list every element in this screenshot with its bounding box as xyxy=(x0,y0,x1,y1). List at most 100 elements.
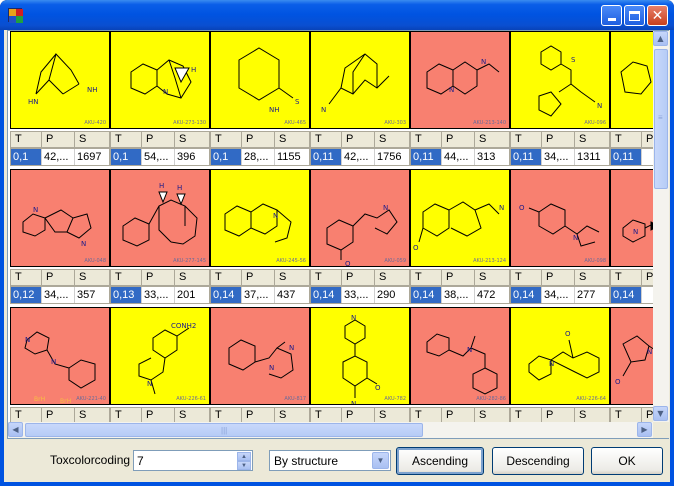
value-p[interactable]: 34,... xyxy=(542,149,575,165)
value-s[interactable]: 290 xyxy=(375,287,409,303)
maximize-button[interactable] xyxy=(624,5,645,26)
minimize-button[interactable] xyxy=(601,5,622,26)
column-header-t[interactable]: T xyxy=(211,408,242,422)
column-header-p[interactable]: P xyxy=(42,132,75,147)
column-header-p[interactable]: P xyxy=(242,270,275,285)
column-header-p[interactable]: P xyxy=(442,408,475,422)
descending-button[interactable]: Descending xyxy=(492,447,584,475)
sort-by-select[interactable]: By structure ▼ xyxy=(269,450,391,471)
value-t[interactable]: 0,11 xyxy=(511,149,542,165)
value-t[interactable]: 0,12 xyxy=(11,287,42,303)
structure-cell[interactable]: N O AKU-059 xyxy=(310,169,410,267)
column-header-p[interactable]: P xyxy=(642,132,653,147)
value-p[interactable]: 54,... xyxy=(142,149,175,165)
value-t[interactable]: 0,11 xyxy=(311,149,342,165)
structure-cell[interactable]: NH S AKU-465 xyxy=(210,31,310,129)
toxcolorcoding-spinner[interactable]: 7 ▲ ▼ xyxy=(133,450,253,471)
value-t[interactable]: 0,1 xyxy=(211,149,242,165)
structure-cell[interactable] xyxy=(610,31,653,129)
column-header-p[interactable]: P xyxy=(342,270,375,285)
value-t[interactable]: 0,13 xyxy=(111,287,142,303)
value-s[interactable]: 1155 xyxy=(275,149,309,165)
scroll-down-button[interactable]: ▼ xyxy=(653,406,668,421)
value-p[interactable]: 28,... xyxy=(242,149,275,165)
column-header-p[interactable]: P xyxy=(142,270,175,285)
value-t[interactable]: 0,14 xyxy=(611,287,642,303)
column-header-p[interactable]: P xyxy=(242,132,275,147)
vertical-scroll-thumb[interactable]: ≡ xyxy=(654,49,668,189)
value-t[interactable]: 0,11 xyxy=(611,149,642,165)
structure-cell[interactable]: N xyxy=(610,169,653,267)
column-header-t[interactable]: T xyxy=(11,132,42,147)
value-s[interactable]: 313 xyxy=(475,149,509,165)
value-p[interactable]: 34,... xyxy=(42,287,75,303)
structure-cell[interactable]: ON xyxy=(610,307,653,405)
column-header-s[interactable]: S xyxy=(375,270,409,285)
column-header-p[interactable]: P xyxy=(42,408,75,422)
column-header-t[interactable]: T xyxy=(411,270,442,285)
column-header-p[interactable]: P xyxy=(142,408,175,422)
value-t[interactable]: 0,14 xyxy=(411,287,442,303)
scroll-up-button[interactable]: ▲ xyxy=(653,31,668,46)
column-header-t[interactable]: T xyxy=(111,132,142,147)
column-header-t[interactable]: T xyxy=(511,132,542,147)
column-header-p[interactable]: P xyxy=(542,270,575,285)
structure-cell[interactable]: CONH2 N AKU-226-61 xyxy=(110,307,210,405)
column-header-s[interactable]: S xyxy=(75,270,109,285)
structure-cell[interactable]: N N AKU-221-40 xyxy=(10,307,110,405)
ascending-button[interactable]: Ascending xyxy=(396,447,484,475)
column-header-p[interactable]: P xyxy=(242,408,275,422)
column-header-s[interactable]: S xyxy=(75,132,109,147)
value-s[interactable]: 472 xyxy=(475,287,509,303)
column-header-s[interactable]: S xyxy=(75,408,109,422)
column-header-p[interactable]: P xyxy=(542,132,575,147)
column-header-t[interactable]: T xyxy=(611,270,642,285)
structure-cell[interactable]: N N AKU-213-140 xyxy=(410,31,510,129)
structure-cell[interactable]: HN NH AKU-420 xyxy=(10,31,110,129)
column-header-p[interactable]: P xyxy=(542,408,575,422)
value-t[interactable]: 0,11 xyxy=(411,149,442,165)
horizontal-scrollbar[interactable]: ◀ ||| ▶ xyxy=(8,422,653,438)
column-header-s[interactable]: S xyxy=(275,132,309,147)
value-p[interactable]: 37,... xyxy=(242,287,275,303)
structure-cell[interactable]: N N AKU-817 xyxy=(210,307,310,405)
structure-cell[interactable]: N H AKU-273-130 xyxy=(110,31,210,129)
scroll-right-button[interactable]: ▶ xyxy=(637,422,652,437)
column-header-s[interactable]: S xyxy=(175,132,209,147)
column-header-s[interactable]: S xyxy=(175,408,209,422)
column-header-t[interactable]: T xyxy=(311,270,342,285)
column-header-s[interactable]: S xyxy=(575,132,609,147)
structure-cell[interactable]: N O N AKU-782 xyxy=(310,307,410,405)
column-header-s[interactable]: S xyxy=(375,132,409,147)
column-header-s[interactable]: S xyxy=(375,408,409,422)
column-header-p[interactable]: P xyxy=(642,408,653,422)
value-s[interactable]: 1697 xyxy=(75,149,109,165)
value-t[interactable]: 0,14 xyxy=(511,287,542,303)
structure-cell[interactable]: N AKU-245-56 xyxy=(210,169,310,267)
spin-down-button[interactable]: ▼ xyxy=(237,461,251,470)
column-header-s[interactable]: S xyxy=(575,270,609,285)
value-s[interactable]: 1311 xyxy=(575,149,609,165)
column-header-t[interactable]: T xyxy=(411,132,442,147)
column-header-p[interactable]: P xyxy=(442,132,475,147)
close-button[interactable]: ✕ xyxy=(647,5,668,26)
structure-cell[interactable]: H H AKU-277-145 xyxy=(110,169,210,267)
column-header-t[interactable]: T xyxy=(111,270,142,285)
value-s[interactable]: 1756 xyxy=(375,149,409,165)
value-t[interactable]: 0,14 xyxy=(211,287,242,303)
vertical-scrollbar[interactable]: ▲ ≡ ▼ xyxy=(653,31,669,422)
column-header-t[interactable]: T xyxy=(11,408,42,422)
structure-cell[interactable]: O N AKU-213-124 xyxy=(410,169,510,267)
value-t[interactable]: 0,1 xyxy=(111,149,142,165)
column-header-s[interactable]: S xyxy=(275,408,309,422)
value-t[interactable]: 0,14 xyxy=(311,287,342,303)
column-header-t[interactable]: T xyxy=(311,132,342,147)
column-header-p[interactable]: P xyxy=(42,270,75,285)
column-header-s[interactable]: S xyxy=(475,132,509,147)
column-header-p[interactable]: P xyxy=(442,270,475,285)
column-header-t[interactable]: T xyxy=(511,270,542,285)
column-header-t[interactable]: T xyxy=(211,270,242,285)
structure-cell[interactable]: O N AKU-098 xyxy=(510,169,610,267)
structure-cell[interactable]: N AKU-303 xyxy=(310,31,410,129)
column-header-t[interactable]: T xyxy=(311,408,342,422)
